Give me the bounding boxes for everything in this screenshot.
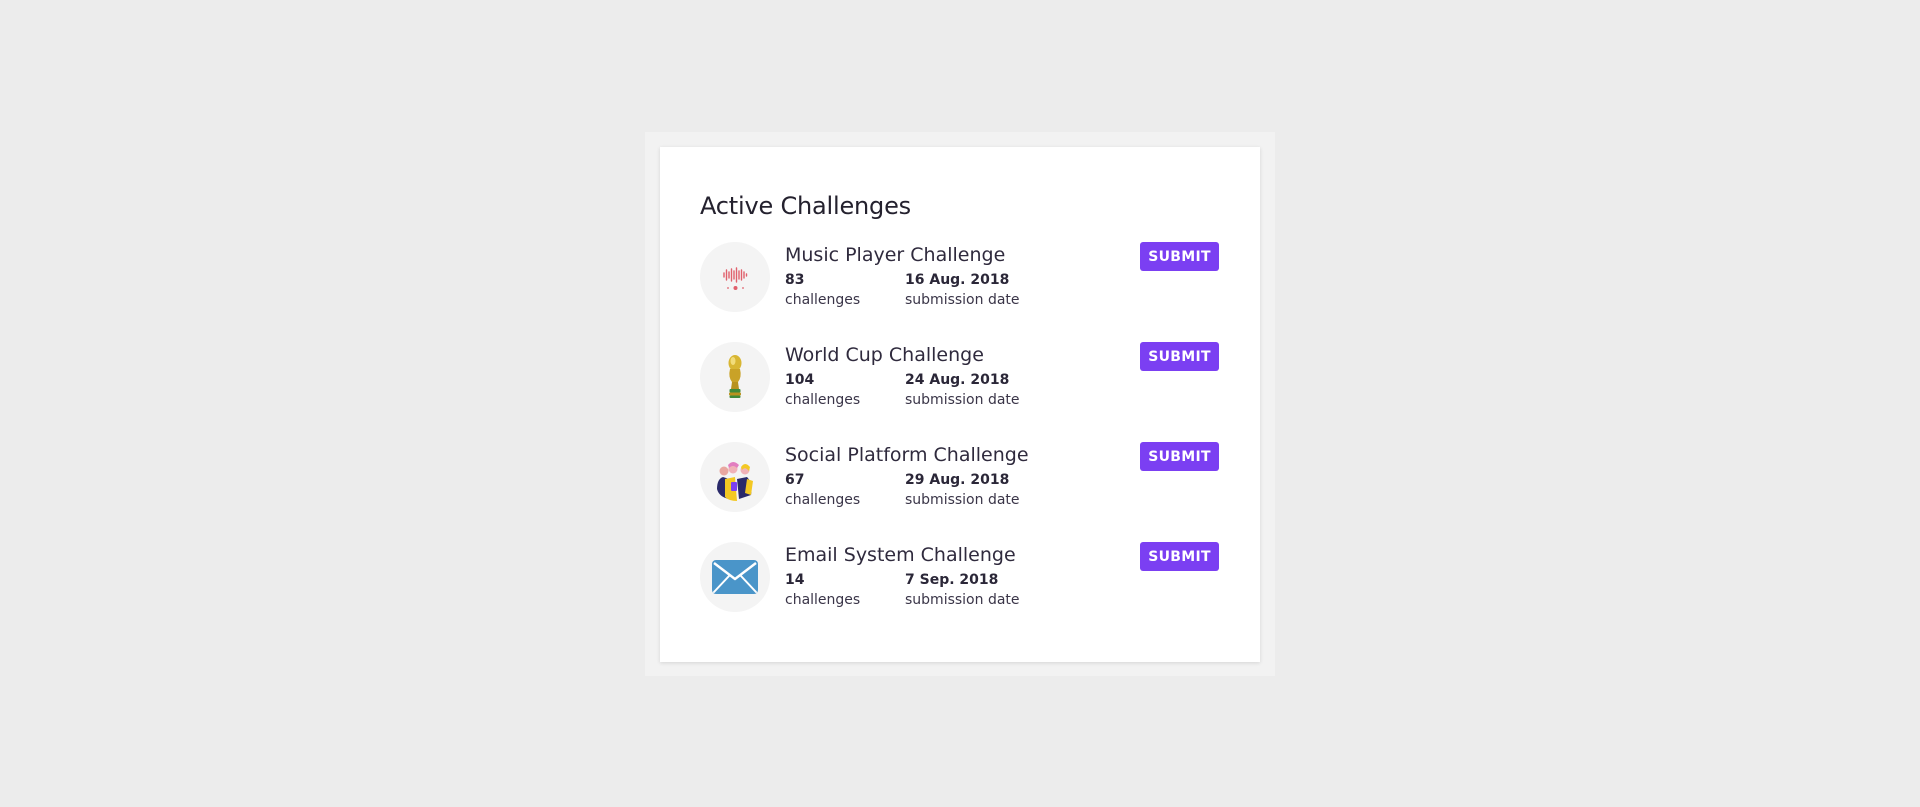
challenge-name: World Cup Challenge (785, 344, 984, 366)
challenge-item-email-system: Email System Challenge 14 challenges 7 S… (700, 542, 1220, 642)
submit-button[interactable]: SUBMIT (1140, 442, 1219, 471)
challenge-info: Music Player Challenge 83 challenges 16 … (785, 242, 1025, 310)
challenge-item-world-cup: World Cup Challenge 104 challenges 24 Au… (700, 342, 1220, 442)
trophy-icon (700, 342, 770, 412)
challenge-count-label: challenges (785, 592, 861, 608)
submission-date-value: 7 Sep. 2018 (905, 572, 999, 588)
challenge-count: 83 challenges (785, 270, 905, 310)
challenge-stats: 67 challenges 29 Aug. 2018 submission da… (785, 470, 1029, 510)
challenge-name: Music Player Challenge (785, 244, 1006, 266)
challenge-item-music-player: Music Player Challenge 83 challenges 16 … (700, 242, 1220, 342)
envelope-icon (700, 542, 770, 612)
soundwave-icon (700, 242, 770, 312)
submit-button[interactable]: SUBMIT (1140, 542, 1219, 571)
challenge-info: World Cup Challenge 104 challenges 24 Au… (785, 342, 1025, 410)
challenge-count: 104 challenges (785, 370, 905, 410)
challenge-list: Music Player Challenge 83 challenges 16 … (700, 242, 1220, 642)
submission-date-label: submission date (905, 592, 1020, 608)
active-challenges-card: Active Challenges Music Player Challenge… (660, 147, 1260, 662)
submission-date-value: 29 Aug. 2018 (905, 472, 1010, 488)
challenge-count-value: 83 (785, 272, 805, 288)
challenge-name: Social Platform Challenge (785, 444, 1029, 466)
challenge-info: Social Platform Challenge 67 challenges … (785, 442, 1029, 510)
submission-date: 7 Sep. 2018 submission date (905, 570, 1025, 610)
challenge-stats: 104 challenges 24 Aug. 2018 submission d… (785, 370, 1025, 410)
challenge-stats: 14 challenges 7 Sep. 2018 submission dat… (785, 570, 1025, 610)
submit-button[interactable]: SUBMIT (1140, 342, 1219, 371)
challenge-count: 14 challenges (785, 570, 905, 610)
challenge-count-value: 67 (785, 472, 805, 488)
submission-date: 16 Aug. 2018 submission date (905, 270, 1025, 310)
submission-date-value: 16 Aug. 2018 (905, 272, 1010, 288)
submission-date-value: 24 Aug. 2018 (905, 372, 1010, 388)
challenge-count-label: challenges (785, 392, 861, 408)
challenge-count-label: challenges (785, 292, 861, 308)
challenge-info: Email System Challenge 14 challenges 7 S… (785, 542, 1025, 610)
challenge-count: 67 challenges (785, 470, 905, 510)
challenge-item-social-platform: Social Platform Challenge 67 challenges … (700, 442, 1220, 542)
challenge-count-value: 104 (785, 372, 815, 388)
submission-date-label: submission date (905, 392, 1020, 408)
submission-date: 29 Aug. 2018 submission date (905, 470, 1025, 510)
submission-date-label: submission date (905, 292, 1020, 308)
submit-button[interactable]: SUBMIT (1140, 242, 1219, 271)
challenge-name: Email System Challenge (785, 544, 1016, 566)
challenge-count-value: 14 (785, 572, 805, 588)
challenge-count-label: challenges (785, 492, 861, 508)
submission-date-label: submission date (905, 492, 1020, 508)
challenge-stats: 83 challenges 16 Aug. 2018 submission da… (785, 270, 1025, 310)
submission-date: 24 Aug. 2018 submission date (905, 370, 1025, 410)
people-illustration-icon (700, 442, 770, 512)
card-title: Active Challenges (700, 192, 911, 220)
